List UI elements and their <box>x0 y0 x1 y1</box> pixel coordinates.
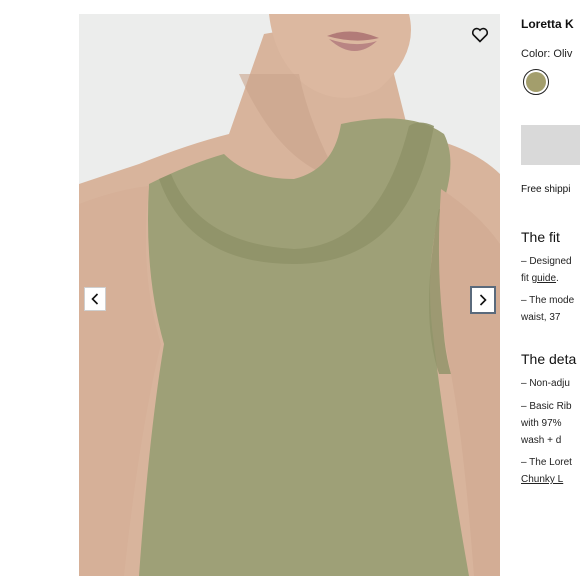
fit-heading: The fit <box>521 229 560 245</box>
fit-item-1-line2: fit guide. <box>521 271 559 287</box>
fit-item-1-line1: – Designed <box>521 256 572 267</box>
swatch-fill <box>526 72 546 92</box>
gallery-prev-button[interactable] <box>84 287 106 311</box>
fit-item-1-period: . <box>556 273 559 284</box>
shipping-note: Free shippi <box>521 184 571 195</box>
details-item-3-line1: – The Loret <box>521 457 572 468</box>
wishlist-heart-icon[interactable] <box>468 24 492 46</box>
product-photo <box>79 14 500 576</box>
product-image-gallery[interactable] <box>79 14 500 576</box>
gallery-next-button[interactable] <box>470 286 496 314</box>
details-item-2-line2: with 97% <box>521 418 562 429</box>
fit-guide-link[interactable]: guide <box>532 273 556 284</box>
fit-item-1-text: fit <box>521 273 532 284</box>
heart-icon <box>471 27 489 43</box>
product-details-panel: Loretta K Color: Oliv Free shippi The fi… <box>521 0 580 580</box>
chevron-right-icon <box>479 294 487 306</box>
details-item-3-link[interactable]: Chunky L <box>521 472 563 488</box>
details-item-2-line1: – Basic Rib <box>521 401 572 412</box>
color-label: Color: Oliv <box>521 48 573 60</box>
product-title: Loretta K <box>521 17 574 31</box>
fit-item-2-line2: waist, 37 <box>521 312 561 323</box>
chevron-left-icon <box>91 293 99 305</box>
details-item-2-line3: wash + d <box>521 435 562 446</box>
fit-item-2-line1: – The mode <box>521 295 575 306</box>
add-to-bag-button[interactable] <box>521 125 580 165</box>
details-item-1: – Non-adju <box>521 378 570 389</box>
details-heading: The deta <box>521 351 577 367</box>
color-swatch-selected[interactable] <box>523 69 549 95</box>
